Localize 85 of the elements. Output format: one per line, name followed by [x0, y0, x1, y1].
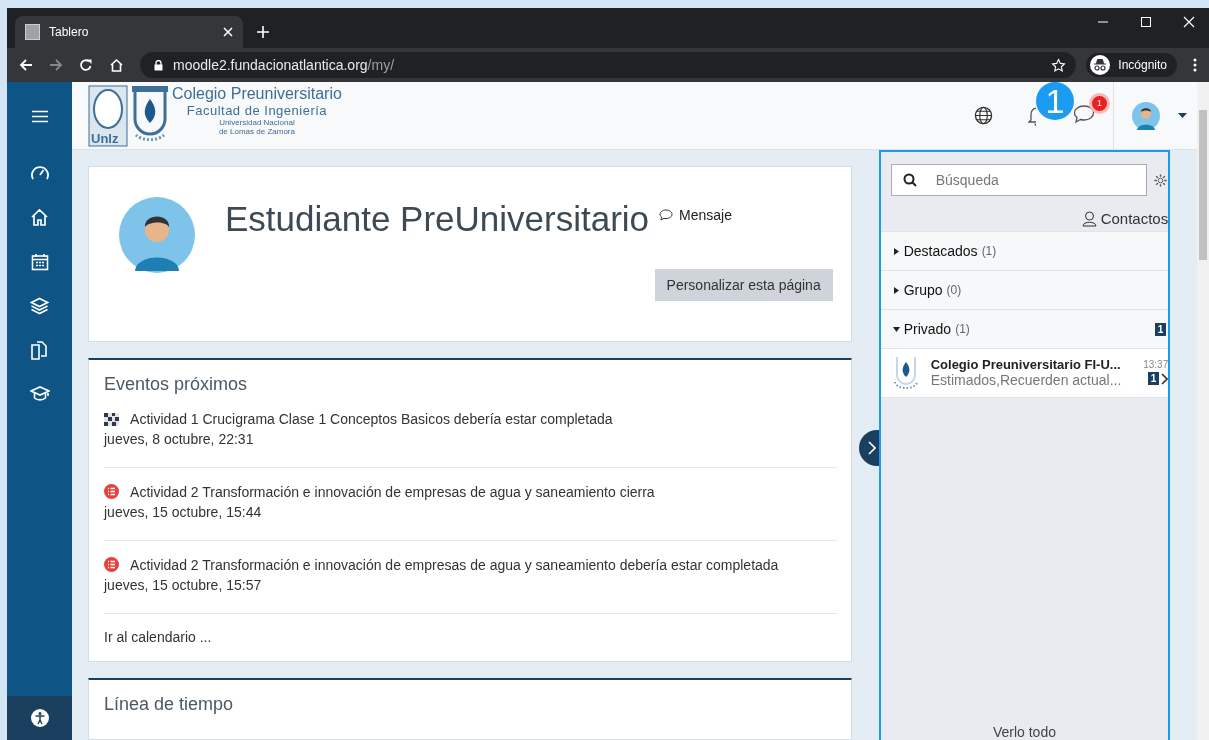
menu-icon[interactable]	[31, 109, 48, 123]
incognito-button[interactable]: Incógnito	[1086, 53, 1177, 77]
section-count: (1)	[981, 244, 998, 258]
bell-icon[interactable]	[1028, 105, 1036, 126]
home-icon[interactable]	[30, 208, 49, 227]
event-link[interactable]: Actividad 2 Transformación e innovación de empresas de agua y saneamiento debería estar completada	[104, 555, 837, 575]
incognito-icon	[1090, 55, 1111, 75]
address-bar[interactable]: moodle2.fundacionatlantica.org/my/	[140, 52, 1077, 78]
home-icon[interactable]	[109, 57, 124, 73]
message-preview: Estimados,Recuerden actual...	[930, 371, 1123, 388]
close-icon[interactable]	[223, 27, 233, 37]
close-icon[interactable]	[1183, 16, 1195, 28]
event-date: jueves, 15 octubre, 15:44	[104, 503, 263, 522]
chat-bubble-icon	[659, 209, 674, 221]
section-label: Destacados	[903, 243, 978, 259]
section-count: (1)	[955, 322, 971, 336]
menu-icon[interactable]	[1193, 58, 1197, 72]
url-text: moodle2.fundacionatlantica.org/my/	[173, 57, 396, 73]
unread-badge: 1	[1147, 372, 1160, 385]
logo-subtitle: Facultad de Ingeniería	[186, 102, 328, 118]
caret-down-icon	[892, 325, 900, 333]
forward-arrow-icon[interactable]	[49, 58, 63, 72]
contacts-link[interactable]: Contactos	[1081, 210, 1169, 227]
caret-right-icon	[892, 247, 900, 255]
conversation-name: Colegio Preuniversitario FI-U...	[930, 356, 1122, 372]
crossword-icon	[104, 413, 119, 426]
avatar-icon[interactable]	[1132, 101, 1160, 130]
see-all-link[interactable]: Verlo todo	[880, 724, 1169, 740]
chevron-right-icon	[1161, 372, 1169, 385]
list-icon	[104, 557, 119, 572]
graduation-cap-icon[interactable]	[29, 386, 50, 402]
accessibility-icon[interactable]	[30, 709, 49, 727]
scrollbar[interactable]	[1197, 82, 1209, 740]
tab-title: Tablero	[49, 25, 90, 39]
search-field[interactable]: Búsqueda	[890, 164, 1148, 196]
list-icon	[104, 484, 119, 499]
event-link[interactable]: Actividad 1 Crucigrama Clase 1 Conceptos Basicos debería estar completada	[104, 409, 837, 429]
maximize-icon[interactable]	[1140, 16, 1152, 28]
message-link[interactable]: Mensaje	[659, 207, 732, 223]
customize-page-button[interactable]: Personalizar esta página	[654, 269, 833, 301]
gauge-icon[interactable]	[29, 164, 50, 182]
unread-badge: 1	[1154, 322, 1167, 336]
calendar-link[interactable]: Ir al calendario ...	[104, 628, 837, 651]
conversation-item[interactable]: Colegio Preuniversitario FI-U... Estimados,Recuerden actual... 13:37 1	[880, 349, 1169, 397]
reload-icon[interactable]	[79, 58, 93, 72]
block-title: Eventos próximos	[104, 374, 249, 395]
section-header[interactable]: Destacados (1)	[880, 231, 1169, 270]
event-link[interactable]: Actividad 2 Transformación e innovación de empresas de agua y saneamiento cierra	[104, 482, 837, 502]
lock-icon	[154, 59, 163, 71]
browser-tab[interactable]: Tablero	[15, 16, 243, 48]
logo-mark: Unlz	[91, 130, 119, 146]
flame-shield-drawing	[132, 85, 168, 141]
logo-caption: de Lomas de Zamora	[218, 126, 295, 136]
caret-right-icon	[892, 286, 900, 294]
leaf-emblem-drawing	[88, 85, 128, 146]
layers-icon[interactable]	[30, 297, 49, 315]
plus-icon[interactable]	[257, 26, 269, 38]
event-date: jueves, 15 octubre, 15:57	[104, 576, 263, 595]
section-label: Grupo	[903, 282, 943, 298]
annotation-marker: 1	[1036, 82, 1074, 120]
section-label: Privado	[903, 321, 952, 337]
profile-name: Estudiante PreUniversitario	[225, 199, 650, 239]
section-count: (0)	[946, 283, 963, 297]
chevron-right-icon	[867, 441, 876, 455]
person-icon	[1081, 210, 1097, 227]
favicon-icon	[25, 24, 40, 40]
section-header[interactable]: Privado (1) 1	[880, 309, 1169, 348]
message-time: 13:37	[1143, 359, 1169, 370]
star-icon[interactable]	[1051, 57, 1067, 73]
section-header[interactable]: Grupo (0)	[880, 270, 1169, 309]
search-icon	[902, 173, 917, 187]
back-arrow-icon[interactable]	[19, 58, 33, 72]
notification-badge: 1	[1092, 95, 1107, 111]
globe-icon[interactable]	[974, 106, 993, 125]
block-title: Línea de tiempo	[104, 694, 235, 715]
avatar-icon	[119, 197, 195, 273]
logo-title: Colegio Preuniversitario	[172, 84, 342, 103]
documents-icon[interactable]	[30, 341, 49, 360]
caret-icon[interactable]	[1178, 113, 1187, 118]
chat-bubble-icon[interactable]	[1073, 103, 1095, 124]
school-logo-icon	[892, 355, 919, 389]
calendar-icon[interactable]	[30, 253, 49, 271]
event-date: jueves, 8 octubre, 22:31	[104, 430, 255, 449]
logo-caption: Universidad Nacional	[219, 117, 295, 127]
settings-icon[interactable]	[1153, 172, 1169, 188]
